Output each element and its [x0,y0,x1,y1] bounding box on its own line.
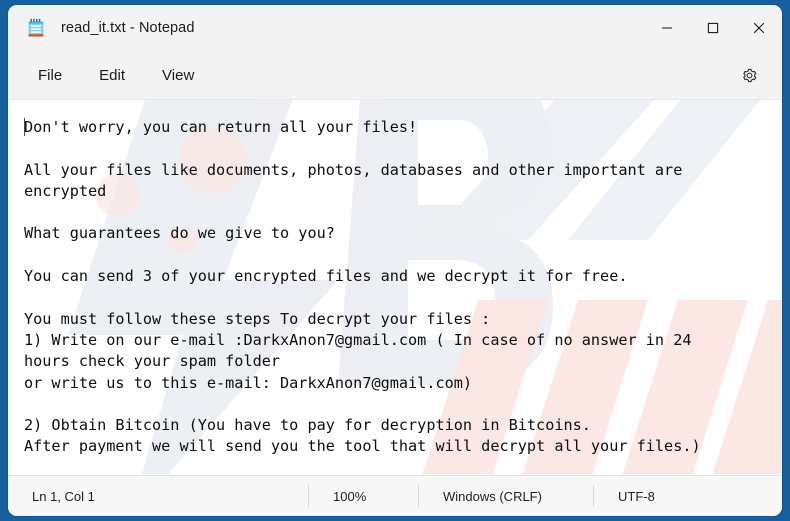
notepad-window: read_it.txt - Notepad File Edit View Don… [8,5,782,516]
window-title: read_it.txt - Notepad [61,20,195,36]
status-zoom-level[interactable]: 100% [308,485,418,507]
menu-bar: File Edit View [8,51,782,100]
status-bar: Ln 1, Col 1 100% Windows (CRLF) UTF-8 [8,475,782,516]
menu-item-view[interactable]: View [150,61,206,90]
status-cursor-position: Ln 1, Col 1 [32,488,95,504]
text-caret [24,118,25,136]
close-icon [753,22,765,34]
status-line-ending[interactable]: Windows (CRLF) [418,485,593,507]
maximize-button[interactable] [690,5,736,51]
menu-item-edit[interactable]: Edit [87,61,137,90]
maximize-icon [707,22,719,34]
settings-button[interactable] [734,60,764,90]
title-bar[interactable]: read_it.txt - Notepad [8,5,782,51]
notepad-icon [25,17,47,39]
close-button[interactable] [736,5,782,51]
window-controls [644,5,782,51]
ransom-note-text[interactable]: Don't worry, you can return all your fil… [8,100,782,458]
gear-icon [742,68,756,82]
menu-item-file[interactable]: File [26,61,74,90]
text-editor-area[interactable]: Don't worry, you can return all your fil… [8,100,782,475]
status-encoding[interactable]: UTF-8 [593,485,669,507]
minimize-button[interactable] [644,5,690,51]
minimize-icon [662,27,672,29]
